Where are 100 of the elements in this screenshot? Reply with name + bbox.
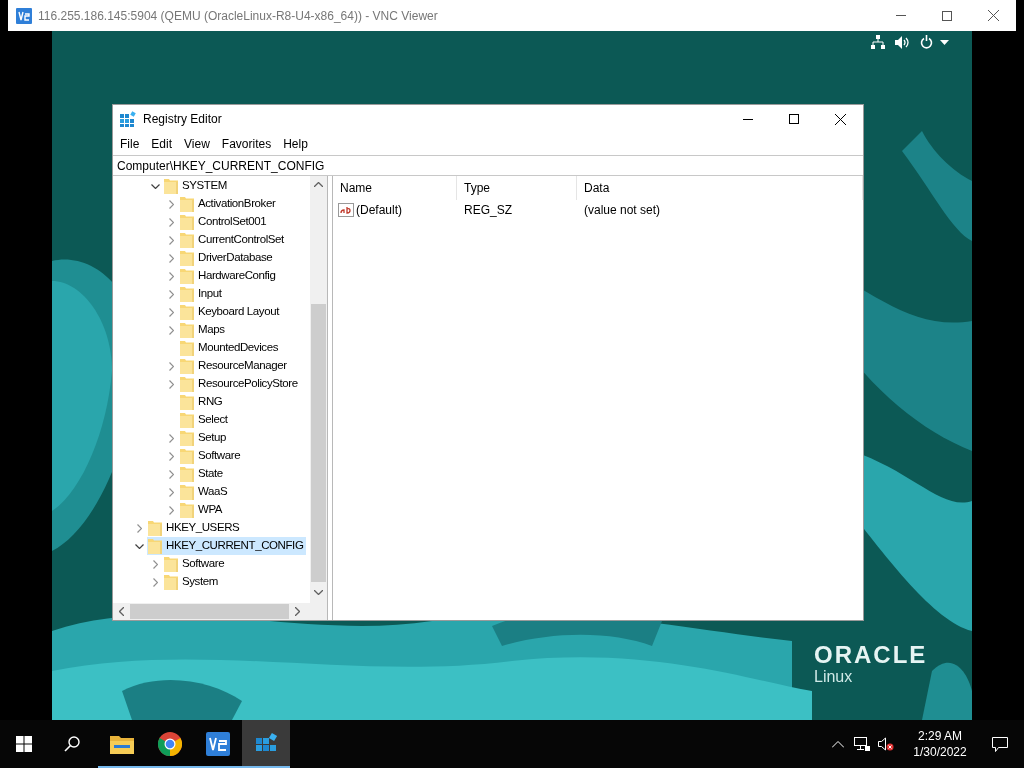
minimize-icon xyxy=(896,15,906,16)
tree-item[interactable]: Software xyxy=(163,555,228,573)
folder-icon xyxy=(180,232,194,248)
close-icon xyxy=(987,10,999,21)
table-cell-text: REG_SZ xyxy=(463,202,513,219)
scroll-right-icon[interactable] xyxy=(295,607,300,616)
tree-item[interactable]: WaaS xyxy=(179,483,231,501)
caret-icon[interactable] xyxy=(940,39,949,45)
column-header[interactable]: Data xyxy=(577,176,863,200)
menu-item[interactable]: Help xyxy=(277,134,314,154)
tree-item[interactable]: Software xyxy=(179,447,244,465)
tree-item[interactable]: Setup xyxy=(179,429,230,447)
tree-item[interactable]: DriverDatabase xyxy=(179,249,276,267)
tree-item[interactable]: System xyxy=(163,573,221,591)
scroll-up-icon[interactable] xyxy=(314,182,323,187)
tree-item[interactable]: Input xyxy=(179,285,225,303)
maximize-icon xyxy=(942,10,952,21)
tree-item[interactable]: Select xyxy=(179,411,231,429)
chevron-right-icon[interactable] xyxy=(168,505,174,515)
chevron-right-icon[interactable] xyxy=(168,271,174,281)
horizontal-scrollbar[interactable] xyxy=(113,603,327,620)
folder-icon xyxy=(164,178,178,194)
chevron-right-icon[interactable] xyxy=(168,433,174,443)
menu-item[interactable]: Favorites xyxy=(215,134,278,154)
vnc-icon xyxy=(206,732,230,756)
speech-bubble-icon xyxy=(992,736,1008,752)
tree-item[interactable]: HKEY_CURRENT_CONFIG xyxy=(147,537,307,555)
folder-icon xyxy=(180,412,194,428)
scroll-down-icon[interactable] xyxy=(314,590,323,595)
folder-icon xyxy=(180,196,194,212)
tree-item[interactable]: ResourceManager xyxy=(179,357,290,375)
folder-icon xyxy=(180,466,194,482)
folder-icon xyxy=(180,214,194,230)
search-icon xyxy=(64,736,80,752)
volume-icon[interactable] xyxy=(895,35,910,49)
folder-icon xyxy=(148,520,162,536)
tree-item[interactable]: MountedDevices xyxy=(179,339,282,357)
tree-item[interactable]: SYSTEM xyxy=(163,177,230,195)
power-icon[interactable] xyxy=(920,35,933,49)
tree-item[interactable]: ActivationBroker xyxy=(179,195,279,213)
tree-item[interactable]: RNG xyxy=(179,393,226,411)
tree-item[interactable]: Keyboard Layout xyxy=(179,303,282,321)
clock-time[interactable]: 2:29 AM xyxy=(918,728,962,744)
chevron-right-icon[interactable] xyxy=(168,307,174,317)
menu-item[interactable]: View xyxy=(178,134,216,154)
chevron-down-icon[interactable] xyxy=(150,183,160,189)
chevron-right-icon[interactable] xyxy=(168,487,174,497)
folder-icon xyxy=(180,268,194,284)
chevron-right-icon[interactable] xyxy=(168,253,174,263)
folder-icon xyxy=(164,556,178,572)
chevron-right-icon[interactable] xyxy=(168,217,174,227)
folder-icon xyxy=(180,322,194,338)
tree-item[interactable]: ResourcePolicyStore xyxy=(179,375,301,393)
chevron-right-icon[interactable] xyxy=(168,289,174,299)
muted-speaker-icon[interactable] xyxy=(878,737,894,751)
column-header[interactable]: Name xyxy=(333,176,457,200)
scrollbar-thumb[interactable] xyxy=(130,604,289,619)
chevron-right-icon[interactable] xyxy=(168,199,174,209)
chevron-right-icon[interactable] xyxy=(168,379,174,389)
window-title: Registry Editor xyxy=(143,111,222,128)
table-cell-text: (value not set) xyxy=(583,202,662,219)
windows-icon xyxy=(16,736,32,752)
tree-item[interactable]: Maps xyxy=(179,321,228,339)
tree-item[interactable]: CurrentControlSet xyxy=(179,231,287,249)
folder-icon xyxy=(180,340,194,356)
chevron-right-icon[interactable] xyxy=(168,235,174,245)
chevron-right-icon[interactable] xyxy=(152,577,158,587)
folder-icon xyxy=(180,286,194,302)
tree-item[interactable]: HardwareConfig xyxy=(179,267,279,285)
folder-icon xyxy=(180,430,194,446)
chevron-right-icon[interactable] xyxy=(168,469,174,479)
chevron-right-icon[interactable] xyxy=(168,451,174,461)
close-icon xyxy=(834,113,846,125)
tree-item[interactable]: State xyxy=(179,465,226,483)
chevron-down-icon[interactable] xyxy=(134,543,144,549)
menu-item[interactable]: File xyxy=(114,134,146,154)
table-cell[interactable]: (Default) xyxy=(356,201,402,219)
scrollbar-thumb[interactable] xyxy=(311,304,326,582)
tree-item[interactable]: HKEY_USERS xyxy=(147,519,243,537)
app-icon xyxy=(16,7,32,24)
chevron-right-icon[interactable] xyxy=(168,361,174,371)
address-bar[interactable]: Computer\HKEY_CURRENT_CONFIG xyxy=(113,155,863,176)
menu-item[interactable]: Edit xyxy=(145,134,179,154)
scroll-left-icon[interactable] xyxy=(119,607,124,616)
window-title: 116.255.186.145:5904 (QEMU (OracleLinux-R8-U4-x86_64)) - VNC Viewer xyxy=(38,7,438,25)
folder-icon xyxy=(148,538,162,554)
clock-date[interactable]: 1/30/2022 xyxy=(913,744,967,760)
chevron-up-icon[interactable] xyxy=(832,740,844,748)
vertical-scrollbar[interactable] xyxy=(310,176,327,603)
folder-icon xyxy=(180,250,194,266)
folder-icon xyxy=(180,484,194,500)
column-header[interactable]: Type xyxy=(457,176,577,200)
chevron-right-icon[interactable] xyxy=(152,559,158,569)
chevron-right-icon[interactable] xyxy=(168,325,174,335)
folder-icon xyxy=(180,394,194,410)
tree-item[interactable]: ControlSet001 xyxy=(179,213,270,231)
tree-item[interactable]: WPA xyxy=(179,501,226,519)
minimize-icon xyxy=(743,118,753,120)
chevron-right-icon[interactable] xyxy=(136,523,142,533)
folder-icon xyxy=(180,448,194,464)
